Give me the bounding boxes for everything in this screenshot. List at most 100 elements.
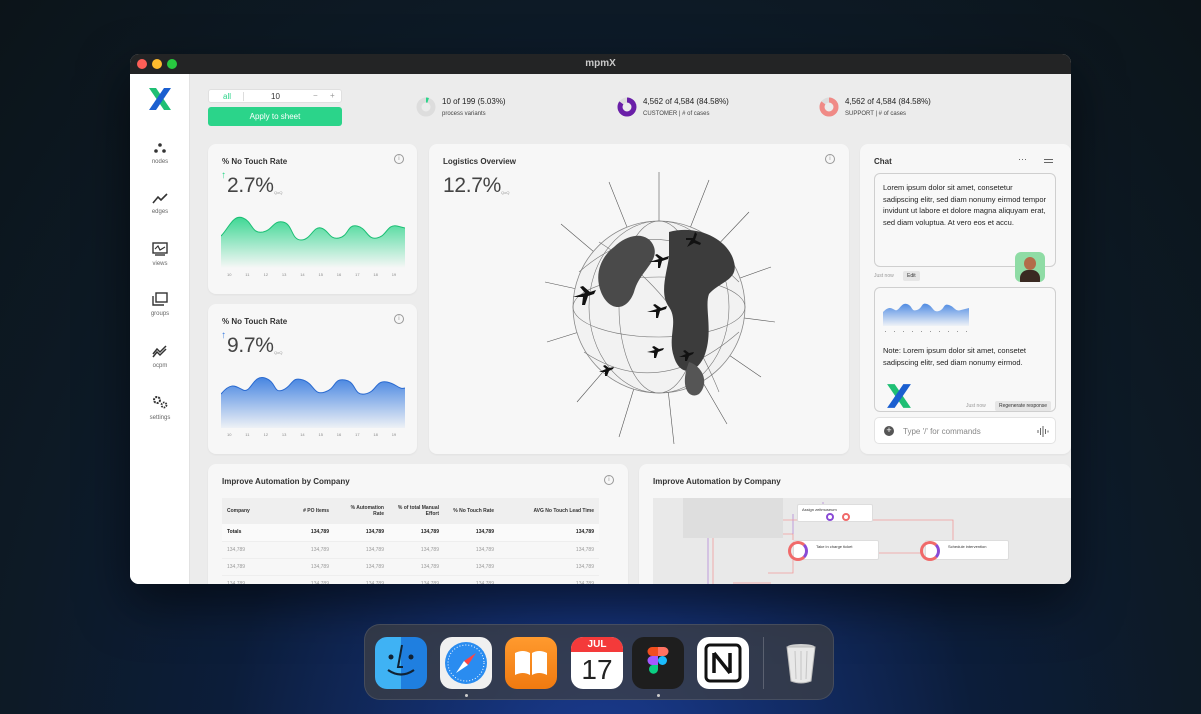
edges-icon: [152, 193, 168, 204]
sidebar-item-label: groups: [150, 311, 170, 317]
more-options-icon[interactable]: ···: [1018, 154, 1027, 164]
table-cell: 134,789: [444, 524, 499, 542]
table-row[interactable]: 134,789 134,789 134,789 134,789 134,789 134,7…: [222, 575, 599, 584]
dock-safari[interactable]: [440, 637, 492, 689]
x-tick-label: 16: [336, 432, 342, 437]
process-node[interactable]: Assign zeitmuseum: [797, 504, 873, 522]
area-chart: [221, 377, 405, 428]
globe-illustration: [544, 172, 776, 445]
decrement-button[interactable]: −: [313, 91, 318, 100]
regenerate-response-button[interactable]: Regenerate response: [995, 401, 1052, 411]
kpi-value: 2.7%: [227, 174, 274, 197]
process-node[interactable]: Take in charge ticket: [788, 540, 879, 561]
dock-divider: [763, 637, 764, 689]
trash-icon: [786, 644, 816, 684]
node-metric-icon: [842, 513, 850, 521]
calendar-month: JUL: [571, 637, 623, 652]
edit-button[interactable]: Edit: [903, 271, 920, 281]
window-title: mpmX: [585, 58, 616, 69]
sidebar-item-nodes[interactable]: nodes: [130, 142, 190, 165]
sidebar-item-views[interactable]: views: [130, 242, 190, 267]
sidebar-item-settings[interactable]: settings: [130, 394, 190, 421]
books-icon: [515, 651, 547, 675]
node-label: Take in charge ticket: [816, 544, 853, 549]
x-tick-label: 17: [355, 432, 360, 437]
column-header[interactable]: Company: [222, 498, 284, 524]
x-tick-label: 10: [227, 432, 232, 437]
qoq-label: QoQ: [501, 190, 510, 195]
table-cell: 134,789: [444, 541, 499, 559]
dock-finder[interactable]: [375, 637, 427, 689]
figma-icon: [647, 647, 669, 674]
dock-trash[interactable]: [775, 637, 827, 689]
add-attachment-icon[interactable]: +: [884, 426, 894, 436]
voice-input-icon[interactable]: [1037, 426, 1049, 437]
safari-icon: [445, 642, 487, 684]
dock-notion[interactable]: [697, 637, 749, 689]
table-row[interactable]: 134,789 134,789 134,789 134,789 134,789 134,7…: [222, 541, 599, 559]
increment-button[interactable]: +: [330, 91, 335, 100]
x-tick-label: 11: [245, 272, 250, 277]
card-title: Improve Automation by Company: [653, 477, 781, 486]
table-row[interactable]: 134,789 134,789 134,789 134,789 134,789 134,7…: [222, 558, 599, 576]
sidebar-item-label: ocpm: [152, 363, 168, 369]
kpi-value: 9.7%: [227, 334, 274, 357]
count-input[interactable]: 10: [271, 92, 280, 101]
column-header[interactable]: % No Touch Rate: [444, 498, 499, 524]
node-label: Assign zeitmuseum: [802, 507, 837, 512]
dock-books[interactable]: [505, 637, 557, 689]
automation-table-card: Improve Automation by Company i Company …: [208, 464, 628, 584]
automation-table: Company # PO Items % Automation Rate % o…: [222, 498, 599, 584]
table-cell: 134,789: [499, 541, 599, 559]
node-metric-icon: [920, 541, 940, 561]
kpi-value: 12.7%: [443, 174, 502, 197]
groups-icon: [152, 292, 168, 306]
area-chart: [221, 216, 405, 268]
process-node[interactable]: Schedule intervention: [920, 540, 1009, 561]
card-title: % No Touch Rate: [222, 157, 288, 166]
notion-icon: [704, 643, 742, 683]
dock-calendar[interactable]: JUL 17: [571, 637, 623, 689]
up-arrow-icon: ↑: [221, 330, 226, 341]
menu-icon[interactable]: [1044, 159, 1053, 161]
dock-figma[interactable]: [632, 637, 684, 689]
info-icon[interactable]: i: [604, 475, 614, 485]
info-icon[interactable]: i: [825, 154, 835, 164]
sidebar-item-groups[interactable]: groups: [130, 292, 190, 317]
x-tick-label: 19: [391, 432, 397, 437]
apply-to-sheet-button[interactable]: Apply to sheet: [208, 107, 342, 126]
sidebar-item-ocpm[interactable]: ocpm: [130, 344, 190, 369]
info-icon[interactable]: i: [394, 154, 404, 164]
process-map[interactable]: Assign zeitmuseum Take in charge ticket …: [653, 498, 1071, 584]
x-tick-label: 11: [245, 432, 250, 437]
dock: JUL 17: [364, 624, 834, 700]
table-cell: 134,789: [222, 575, 284, 584]
column-header[interactable]: % of total Manual Effort: [389, 498, 444, 524]
x-tick-label: 18: [373, 432, 378, 437]
all-toggle[interactable]: all: [223, 92, 231, 101]
title-bar: mpmX: [130, 54, 1071, 74]
table-cell: 134,789: [284, 575, 334, 584]
column-header[interactable]: # PO Items: [284, 498, 334, 524]
user-avatar: [1015, 252, 1045, 282]
column-header[interactable]: AVG No Touch Lead Time: [499, 498, 599, 524]
calendar-day: 17: [581, 654, 613, 685]
column-header[interactable]: % Automation Rate: [334, 498, 389, 524]
node-metric-icon: [788, 541, 808, 561]
x-tick-label: 18: [373, 272, 378, 277]
table-cell: 134,789: [389, 541, 444, 559]
table-cell: 134,789: [444, 558, 499, 576]
qoq-label: QoQ: [274, 350, 283, 355]
mpmx-logo-icon[interactable]: [148, 87, 172, 111]
x-tick-label: 15: [318, 272, 323, 277]
table-cell: 134,789: [334, 541, 389, 559]
sidebar-item-edges[interactable]: edges: [130, 192, 190, 215]
message-timestamp: Just now: [966, 403, 986, 409]
views-icon: [152, 242, 168, 256]
info-icon[interactable]: i: [394, 314, 404, 324]
sidebar-item-label: settings: [149, 415, 171, 421]
table-cell: 134,789: [284, 524, 334, 542]
sidebar-item-label: views: [152, 261, 168, 267]
chat-input-placeholder[interactable]: Type '/' for commands: [903, 427, 981, 436]
chat-input-box[interactable]: + Type '/' for commands: [874, 417, 1056, 444]
